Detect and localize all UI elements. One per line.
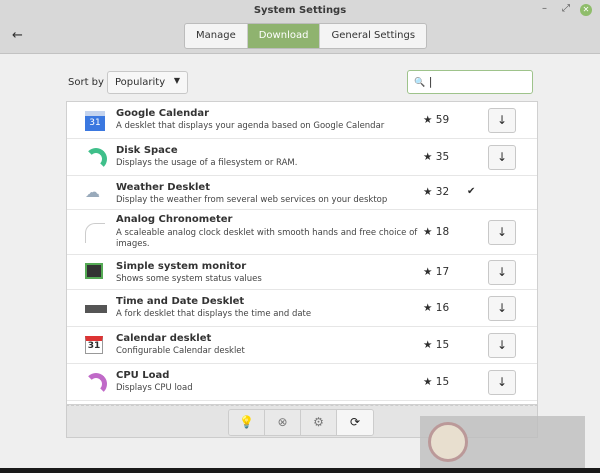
- search-cursor: |: [428, 75, 433, 88]
- desklet-row[interactable]: 31 Google Calendar A desklet that displa…: [67, 102, 537, 139]
- desklet-description: Display the weather from several web ser…: [116, 195, 388, 205]
- disk-space-icon: [85, 147, 107, 170]
- header-bar: System Settings – ⤢ ✕ ← Manage Download …: [0, 0, 600, 54]
- score-value: 18: [435, 225, 450, 238]
- star-icon: ★: [423, 113, 433, 126]
- system-settings-window: System Settings – ⤢ ✕ ← Manage Download …: [0, 0, 600, 468]
- installed-check-icon: ✔: [467, 186, 476, 197]
- desklet-row[interactable]: 31 Calendar desklet Configurable Calenda…: [67, 327, 537, 364]
- desklet-name: CPU Load: [116, 370, 170, 381]
- score-value: 35: [435, 150, 450, 163]
- desklet-description: A fork desklet that displays the time an…: [116, 309, 312, 319]
- minimize-button[interactable]: –: [542, 3, 547, 14]
- analog-clock-icon: [85, 222, 105, 243]
- time-date-icon: [85, 299, 107, 319]
- download-button[interactable]: ↓: [488, 144, 516, 170]
- cpu-load-icon: [85, 372, 107, 395]
- window-title: System Settings: [253, 5, 347, 16]
- desklet-name: Weather Desklet: [116, 182, 210, 193]
- desklet-row[interactable]: Time and Date Desklet A fork desklet tha…: [67, 290, 537, 327]
- google-calendar-icon: 31: [85, 110, 105, 131]
- desklet-row[interactable]: CPU Load Displays CPU load ★ 15 ↓: [67, 364, 537, 401]
- refresh-icon[interactable]: ⟳: [337, 410, 373, 435]
- remove-icon[interactable]: ⊗: [265, 410, 301, 435]
- score-value: 32: [435, 186, 450, 198]
- desklet-description: Displays CPU load: [116, 383, 193, 393]
- desklet-name: Calendar desklet: [116, 333, 212, 344]
- desklet-name: Time and Date Desklet: [116, 296, 245, 307]
- desklet-score: ★ 18: [423, 226, 449, 238]
- star-icon: ★: [423, 301, 433, 314]
- desklet-score: ★ 15: [423, 339, 449, 351]
- score-value: 16: [435, 301, 450, 314]
- star-icon: ★: [423, 375, 433, 388]
- desklet-score: ★ 35: [423, 151, 449, 163]
- watermark-logo: [420, 416, 585, 468]
- star-icon: ★: [423, 338, 433, 351]
- search-input[interactable]: 🔍 |: [407, 70, 533, 94]
- score-value: 15: [435, 338, 450, 351]
- close-button[interactable]: ✕: [580, 4, 592, 16]
- download-button[interactable]: ↓: [488, 332, 516, 358]
- download-button[interactable]: ↓: [488, 259, 516, 285]
- star-icon: ★: [423, 265, 433, 278]
- desklet-score: ★ 59: [423, 114, 449, 126]
- desklet-description: Configurable Calendar desklet: [116, 346, 245, 356]
- tab-general-settings[interactable]: General Settings: [320, 24, 426, 48]
- calendar-icon: 31: [85, 335, 105, 356]
- desklet-row[interactable]: Analog Chronometer A scaleable analog cl…: [67, 210, 537, 255]
- score-value: 59: [435, 113, 450, 126]
- desklet-score: ★ 15: [423, 376, 449, 388]
- sort-value: Popularity: [115, 77, 166, 88]
- download-button[interactable]: ↓: [488, 219, 516, 245]
- tab-manage[interactable]: Manage: [185, 24, 248, 48]
- desklet-description: Displays the usage of a filesystem or RA…: [116, 158, 298, 168]
- download-button[interactable]: ↓: [488, 369, 516, 395]
- weather-icon: ☁: [85, 183, 100, 201]
- chevron-down-icon: ▼: [173, 76, 180, 85]
- desklet-row[interactable]: Disk Space Displays the usage of a files…: [67, 139, 537, 176]
- desklet-name: Disk Space: [116, 145, 178, 156]
- sort-dropdown[interactable]: Popularity ▼: [107, 71, 188, 94]
- download-button[interactable]: ↓: [488, 107, 516, 133]
- score-value: 17: [435, 265, 450, 278]
- download-button[interactable]: ↓: [488, 295, 516, 321]
- system-monitor-icon: [85, 262, 105, 283]
- desklet-name: Analog Chronometer: [116, 214, 233, 225]
- desklet-list: 31 Google Calendar A desklet that displa…: [66, 101, 538, 405]
- desklet-description: A desklet that displays your agenda base…: [116, 121, 385, 131]
- desklet-score: ★ 32: [423, 186, 449, 198]
- desklet-description: A scaleable analog clock desklet with sm…: [116, 228, 418, 249]
- star-icon: ★: [423, 186, 433, 198]
- desklet-name: Simple system monitor: [116, 261, 247, 272]
- score-value: 15: [435, 375, 450, 388]
- sort-by-label: Sort by: [68, 77, 104, 88]
- desklet-score: ★ 16: [423, 302, 449, 314]
- desklet-description: Shows some system status values: [116, 274, 262, 284]
- tab-download[interactable]: Download: [247, 24, 321, 48]
- info-lightbulb-icon[interactable]: 💡: [229, 410, 265, 435]
- desklet-row[interactable]: ☁ Weather Desklet Display the weather fr…: [67, 176, 537, 210]
- search-icon: 🔍: [414, 78, 426, 88]
- desklet-row[interactable]: Simple system monitor Shows some system …: [67, 255, 537, 290]
- desklet-score: ★ 17: [423, 266, 449, 278]
- maximize-button[interactable]: ⤢: [562, 3, 570, 14]
- back-arrow-icon[interactable]: ←: [12, 28, 23, 43]
- desklet-name: Google Calendar: [116, 108, 210, 119]
- star-icon: ★: [423, 150, 433, 163]
- gear-icon[interactable]: ⚙: [301, 410, 337, 435]
- star-icon: ★: [423, 225, 433, 238]
- view-tabs: Manage Download General Settings: [184, 23, 428, 49]
